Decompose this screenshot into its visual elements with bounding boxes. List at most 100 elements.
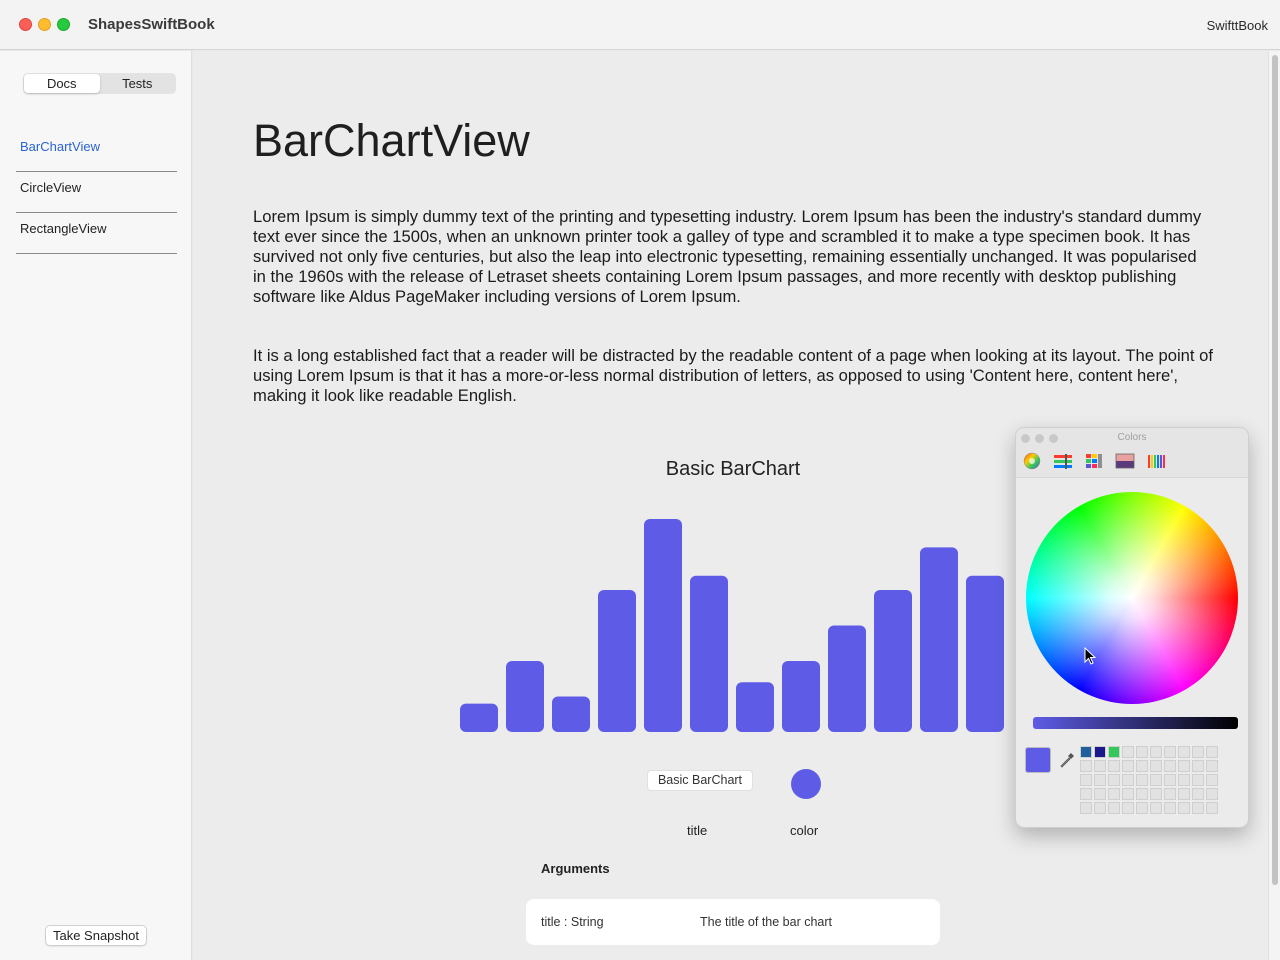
saved-color-swatch[interactable] [1094,746,1106,758]
empty-swatch-slot[interactable] [1136,788,1148,800]
pencils-mode-icon[interactable] [1146,452,1166,470]
empty-swatch-slot[interactable] [1122,788,1134,800]
scrollbar-thumb[interactable] [1272,55,1278,885]
empty-swatch-slot[interactable] [1164,788,1176,800]
empty-swatch-slot[interactable] [1178,774,1190,786]
bar-1 [460,703,498,732]
docs-tests-segmented-control: Docs Tests [23,73,176,94]
empty-swatch-slot[interactable] [1150,774,1162,786]
swatch-grid [1080,746,1218,814]
segment-docs[interactable]: Docs [24,74,100,93]
bar-4 [598,590,636,732]
empty-swatch-slot[interactable] [1136,802,1148,814]
bar-6 [690,575,728,732]
sidebar-item-barchartview[interactable]: BarChartView [16,131,177,172]
color-argument-label: color [790,823,819,838]
sidebar: Docs Tests BarChartView CircleView Recta… [0,51,192,960]
saved-color-swatch[interactable] [1080,746,1092,758]
empty-swatch-slot[interactable] [1178,802,1190,814]
empty-swatch-slot[interactable] [1206,802,1218,814]
empty-swatch-slot[interactable] [1192,746,1204,758]
segment-tests[interactable]: Tests [100,74,176,93]
mouse-pointer-icon [1084,647,1097,665]
current-color-swatch[interactable] [1025,747,1051,773]
main-scrollbar[interactable] [1268,51,1280,960]
eyedropper-icon[interactable] [1058,751,1076,769]
empty-swatch-slot[interactable] [1192,802,1204,814]
empty-swatch-slot[interactable] [1108,774,1120,786]
empty-swatch-slot[interactable] [1150,788,1162,800]
colors-panel: Colors [1015,427,1249,828]
sidebar-item-rectangleview[interactable]: RectangleView [16,213,177,254]
take-snapshot-button[interactable]: Take Snapshot [45,925,147,946]
bar-7 [736,682,774,732]
empty-swatch-slot[interactable] [1108,760,1120,772]
empty-swatch-slot[interactable] [1192,774,1204,786]
color-wheel-mode-icon[interactable] [1022,452,1042,470]
saved-color-swatch[interactable] [1108,746,1120,758]
empty-swatch-slot[interactable] [1108,788,1120,800]
empty-swatch-slot[interactable] [1178,760,1190,772]
empty-swatch-slot[interactable] [1164,774,1176,786]
empty-swatch-slot[interactable] [1206,760,1218,772]
empty-swatch-slot[interactable] [1206,746,1218,758]
empty-swatch-slot[interactable] [1178,788,1190,800]
empty-swatch-slot[interactable] [1122,774,1134,786]
empty-swatch-slot[interactable] [1080,774,1092,786]
empty-swatch-slot[interactable] [1150,760,1162,772]
empty-swatch-slot[interactable] [1192,788,1204,800]
close-window-button[interactable] [19,18,32,31]
color-sliders-mode-icon[interactable] [1053,452,1073,470]
window-right-label: SwifttBook [1206,18,1268,33]
minimize-window-button[interactable] [38,18,51,31]
empty-swatch-slot[interactable] [1206,788,1218,800]
argument-row: title : String The title of the bar char… [526,899,940,945]
bar-9 [828,625,866,732]
title-argument-field[interactable]: Basic BarChart [647,770,753,791]
arguments-heading: Arguments [541,861,610,876]
empty-swatch-slot[interactable] [1150,802,1162,814]
empty-swatch-slot[interactable] [1136,760,1148,772]
page-title: BarChartView [253,115,530,166]
empty-swatch-slot[interactable] [1108,802,1120,814]
bar-3 [552,696,590,732]
empty-swatch-slot[interactable] [1192,760,1204,772]
empty-swatch-slot[interactable] [1150,746,1162,758]
description-paragraph-1: Lorem Ipsum is simply dummy text of the … [253,207,1202,306]
bar-2 [506,661,544,732]
sidebar-item-circleview[interactable]: CircleView [16,172,177,213]
empty-swatch-slot[interactable] [1094,774,1106,786]
empty-swatch-slot[interactable] [1136,774,1148,786]
bar-12 [966,575,1004,732]
empty-swatch-slot[interactable] [1122,746,1134,758]
empty-swatch-slot[interactable] [1080,760,1092,772]
sidebar-nav-list: BarChartView CircleView RectangleView [16,131,177,254]
argument-description: The title of the bar chart [700,915,833,929]
empty-swatch-slot[interactable] [1164,746,1176,758]
brightness-slider[interactable] [1033,717,1238,729]
empty-swatch-slot[interactable] [1122,802,1134,814]
description-paragraph-2: It is a long established fact that a rea… [253,346,1213,405]
colors-panel-titlebar: Colors [1016,428,1248,478]
empty-swatch-slot[interactable] [1136,746,1148,758]
empty-swatch-slot[interactable] [1206,774,1218,786]
empty-swatch-slot[interactable] [1094,802,1106,814]
color-argument-well[interactable] [791,769,821,799]
image-palettes-mode-icon[interactable] [1115,452,1135,470]
empty-swatch-slot[interactable] [1178,746,1190,758]
empty-swatch-slot[interactable] [1080,802,1092,814]
empty-swatch-slot[interactable] [1094,760,1106,772]
bar-11 [920,547,958,732]
color-palettes-mode-icon[interactable] [1084,452,1104,470]
color-wheel[interactable] [1026,492,1238,704]
empty-swatch-slot[interactable] [1164,802,1176,814]
empty-swatch-slot[interactable] [1164,760,1176,772]
maximize-window-button[interactable] [57,18,70,31]
app-title: ShapesSwiftBook [88,16,215,33]
window-titlebar: ShapesSwiftBook SwifttBook [0,0,1280,50]
empty-swatch-slot[interactable] [1122,760,1134,772]
empty-swatch-slot[interactable] [1080,788,1092,800]
empty-swatch-slot[interactable] [1094,788,1106,800]
argument-name: title : String [541,915,604,929]
bar-chart [460,519,1004,732]
